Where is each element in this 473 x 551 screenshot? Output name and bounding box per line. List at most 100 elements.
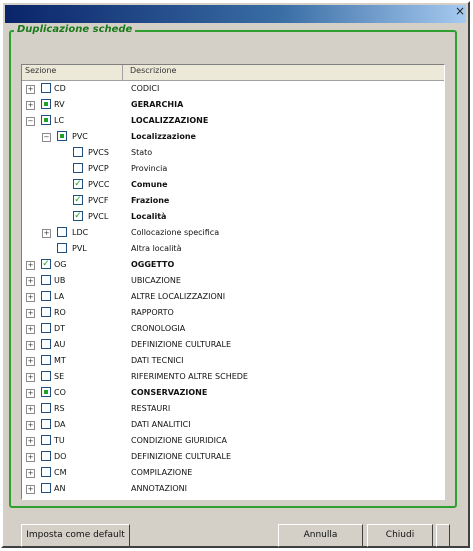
row-checkbox[interactable] bbox=[73, 195, 83, 205]
expand-icon[interactable]: + bbox=[26, 453, 35, 462]
row-checkbox[interactable] bbox=[57, 227, 67, 237]
row-code: PVCP bbox=[88, 164, 109, 173]
row-code: CO bbox=[54, 388, 66, 397]
tree-row-pvc[interactable]: − PVC Localizzazione bbox=[22, 130, 444, 144]
expand-icon[interactable]: + bbox=[26, 85, 35, 94]
row-checkbox[interactable] bbox=[41, 275, 51, 285]
row-description: RIFERIMENTO ALTRE SCHEDE bbox=[131, 372, 248, 381]
tree-row-ro[interactable]: + RO RAPPORTO bbox=[22, 306, 444, 320]
row-checkbox[interactable] bbox=[57, 243, 67, 253]
row-code: LC bbox=[54, 116, 65, 125]
tree-row-an[interactable]: + AN ANNOTAZIONI bbox=[22, 482, 444, 496]
expand-icon[interactable]: + bbox=[26, 277, 35, 286]
row-checkbox[interactable] bbox=[41, 307, 51, 317]
column-header-description[interactable]: Descrizione bbox=[130, 66, 176, 75]
expand-icon[interactable]: + bbox=[26, 421, 35, 430]
row-checkbox[interactable] bbox=[41, 387, 51, 397]
expand-icon[interactable]: + bbox=[26, 405, 35, 414]
row-checkbox[interactable] bbox=[41, 371, 51, 381]
tree-row-pvcl[interactable]: PVCL Località bbox=[22, 210, 444, 224]
row-checkbox[interactable] bbox=[41, 483, 51, 493]
tree-row-pvl[interactable]: PVL Altra località bbox=[22, 242, 444, 256]
row-checkbox[interactable] bbox=[41, 467, 51, 477]
row-description: OGGETTO bbox=[131, 260, 175, 269]
close-button[interactable]: Chiudi bbox=[367, 524, 433, 547]
expand-icon[interactable]: + bbox=[26, 341, 35, 350]
expand-icon[interactable]: + bbox=[26, 101, 35, 110]
set-default-button[interactable]: Imposta come default bbox=[21, 524, 130, 547]
row-checkbox[interactable] bbox=[41, 355, 51, 365]
title-bar[interactable] bbox=[5, 5, 466, 23]
row-code: LA bbox=[54, 292, 65, 301]
row-checkbox[interactable] bbox=[73, 147, 83, 157]
tree-row-do[interactable]: + DO DEFINIZIONE CULTURALE bbox=[22, 450, 444, 464]
row-code: DT bbox=[54, 324, 66, 333]
tree-row-dt[interactable]: + DT CRONOLOGIA bbox=[22, 322, 444, 336]
column-header-section[interactable]: Sezione bbox=[25, 66, 56, 75]
row-checkbox[interactable] bbox=[41, 323, 51, 333]
row-checkbox[interactable] bbox=[41, 451, 51, 461]
row-description: DATI TECNICI bbox=[131, 356, 184, 365]
row-code: OG bbox=[54, 260, 67, 269]
expand-icon[interactable]: + bbox=[26, 485, 35, 494]
row-code: TU bbox=[54, 436, 65, 445]
tree-row-pvcs[interactable]: PVCS Stato bbox=[22, 146, 444, 160]
tree-row-og[interactable]: + OG OGGETTO bbox=[22, 258, 444, 272]
tree-row-co[interactable]: + CO CONSERVAZIONE bbox=[22, 386, 444, 400]
tree-row-pvcf[interactable]: PVCF Frazione bbox=[22, 194, 444, 208]
expand-icon[interactable]: + bbox=[26, 389, 35, 398]
tree-row-da[interactable]: + DA DATI ANALITICI bbox=[22, 418, 444, 432]
expand-icon[interactable]: + bbox=[26, 437, 35, 446]
row-description: Altra località bbox=[131, 244, 182, 253]
expand-icon[interactable]: + bbox=[26, 373, 35, 382]
tree-row-la[interactable]: + LA ALTRE LOCALIZZAZIONI bbox=[22, 290, 444, 304]
row-checkbox[interactable] bbox=[73, 179, 83, 189]
row-checkbox[interactable] bbox=[73, 163, 83, 173]
row-code: DA bbox=[54, 420, 66, 429]
tree-row-pvcc[interactable]: PVCC Comune bbox=[22, 178, 444, 192]
tree-row-ub[interactable]: + UB UBICAZIONE bbox=[22, 274, 444, 288]
row-checkbox[interactable] bbox=[41, 339, 51, 349]
row-code: RO bbox=[54, 308, 66, 317]
tree-row-ldc[interactable]: + LDC Collocazione specifica bbox=[22, 226, 444, 240]
row-checkbox[interactable] bbox=[41, 419, 51, 429]
extra-button[interactable] bbox=[436, 524, 450, 547]
collapse-icon[interactable]: − bbox=[26, 117, 35, 126]
expand-icon[interactable]: + bbox=[26, 469, 35, 478]
tree-row-rs[interactable]: + RS RESTAURI bbox=[22, 402, 444, 416]
expand-icon[interactable]: + bbox=[26, 293, 35, 302]
row-checkbox[interactable] bbox=[41, 115, 51, 125]
collapse-icon[interactable]: − bbox=[42, 133, 51, 142]
row-checkbox[interactable] bbox=[41, 435, 51, 445]
tree-row-mt[interactable]: + MT DATI TECNICI bbox=[22, 354, 444, 368]
row-code: AU bbox=[54, 340, 66, 349]
column-divider[interactable] bbox=[122, 65, 123, 80]
expand-icon[interactable]: + bbox=[26, 309, 35, 318]
tree-row-tu[interactable]: + TU CONDIZIONE GIURIDICA bbox=[22, 434, 444, 448]
tree-row-au[interactable]: + AU DEFINIZIONE CULTURALE bbox=[22, 338, 444, 352]
row-checkbox[interactable] bbox=[41, 259, 51, 269]
close-icon[interactable]: × bbox=[453, 4, 467, 18]
row-checkbox[interactable] bbox=[41, 99, 51, 109]
row-checkbox[interactable] bbox=[73, 211, 83, 221]
section-tree-list[interactable]: Sezione Descrizione + CD CODICI + RV GERARCHI… bbox=[21, 64, 445, 500]
tree-row-se[interactable]: + SE RIFERIMENTO ALTRE SCHEDE bbox=[22, 370, 444, 384]
row-checkbox[interactable] bbox=[41, 83, 51, 93]
tree-row-rv[interactable]: + RV GERARCHIA bbox=[22, 98, 444, 112]
row-checkbox[interactable] bbox=[57, 131, 67, 141]
expand-icon[interactable]: + bbox=[26, 325, 35, 334]
tree-row-lc[interactable]: − LC LOCALIZZAZIONE bbox=[22, 114, 444, 128]
row-checkbox[interactable] bbox=[41, 291, 51, 301]
row-description: LOCALIZZAZIONE bbox=[131, 116, 209, 125]
expand-icon[interactable]: + bbox=[26, 261, 35, 270]
tree-row-cm[interactable]: + CM COMPILAZIONE bbox=[22, 466, 444, 480]
expand-icon[interactable]: + bbox=[26, 357, 35, 366]
cancel-button[interactable]: Annulla bbox=[278, 524, 363, 547]
expand-icon[interactable]: + bbox=[42, 229, 51, 238]
row-code: PVL bbox=[72, 244, 87, 253]
row-code: PVCL bbox=[88, 212, 109, 221]
row-checkbox[interactable] bbox=[41, 403, 51, 413]
tree-row-pvcp[interactable]: PVCP Provincia bbox=[22, 162, 444, 176]
row-description: RAPPORTO bbox=[131, 308, 174, 317]
tree-row-cd[interactable]: + CD CODICI bbox=[22, 82, 444, 96]
